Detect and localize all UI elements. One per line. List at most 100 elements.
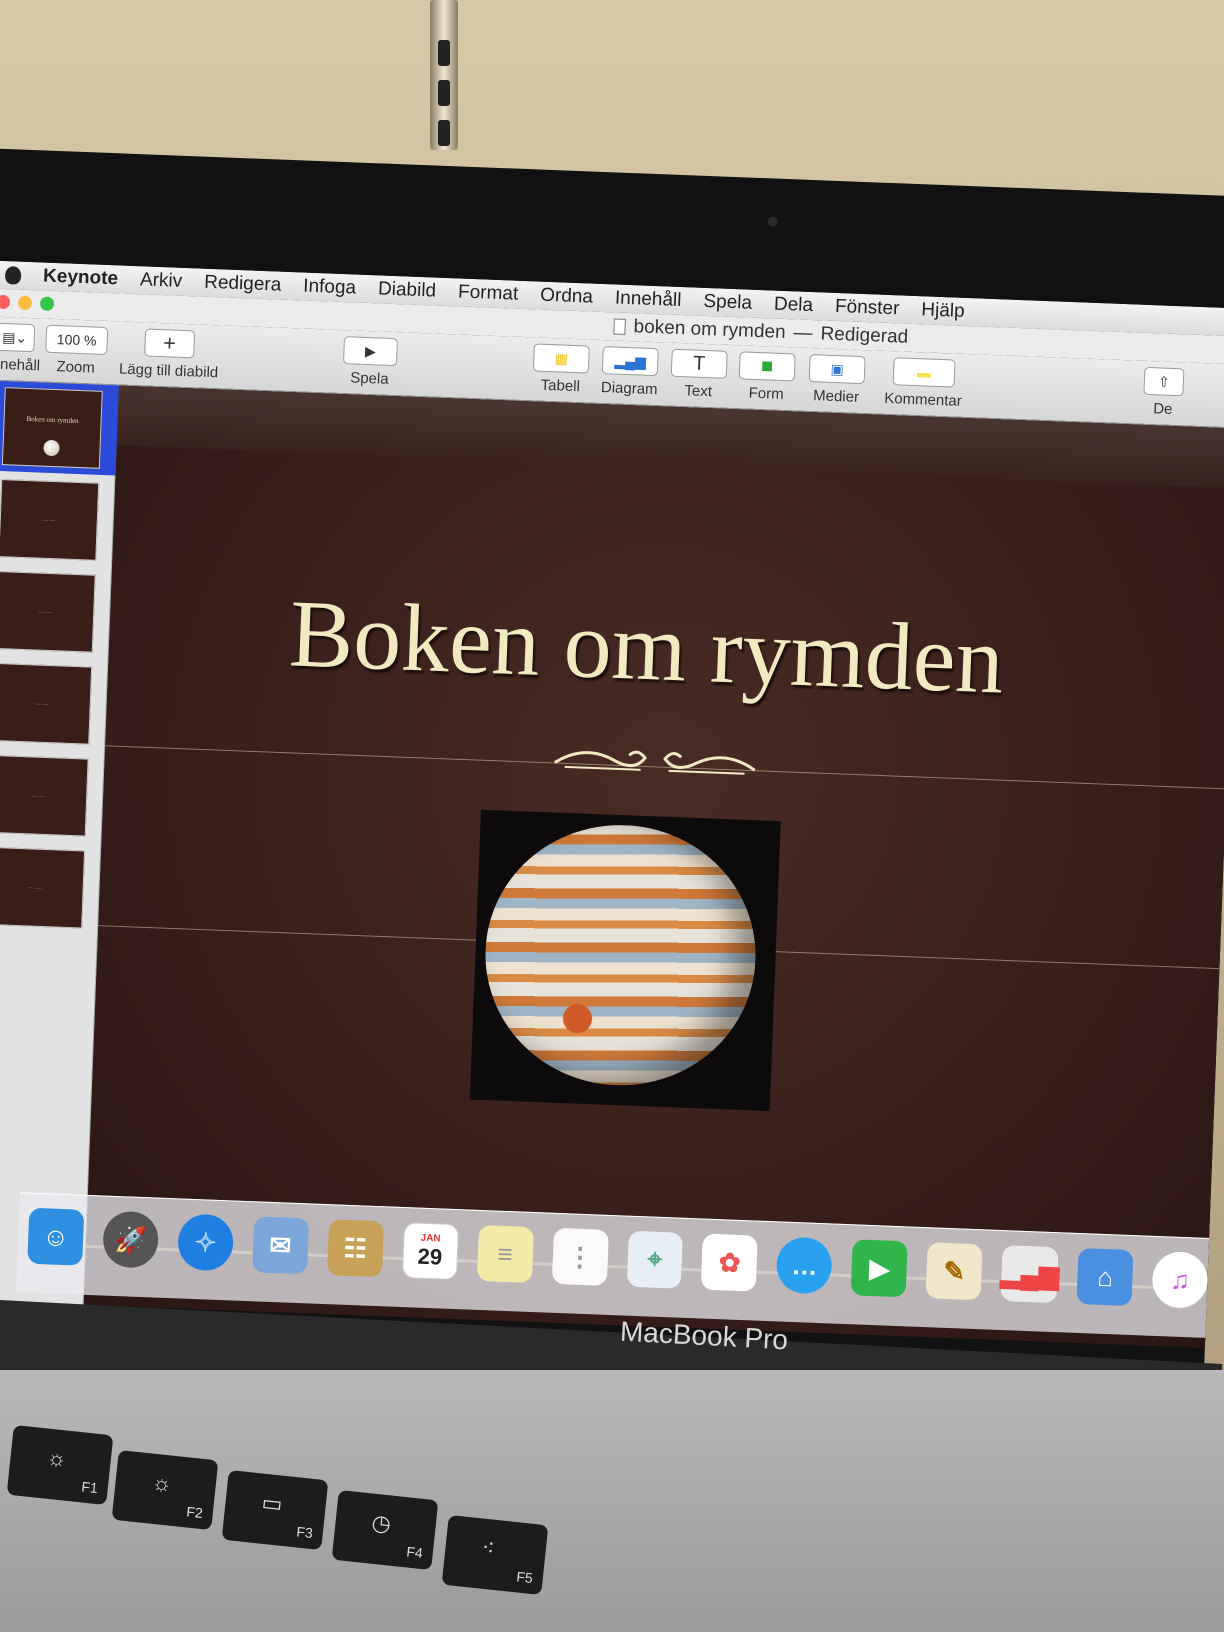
numbers-icon[interactable]: ▂▄▆ [1000, 1245, 1060, 1304]
add-slide-button[interactable]: + Lägg till diabild [115, 327, 223, 381]
share-label: De [1152, 400, 1173, 418]
safari-icon[interactable]: ✧ [176, 1213, 235, 1272]
menu-diabild[interactable]: Diabild [378, 278, 437, 302]
f1-key[interactable]: ☼ F1 [6, 1424, 114, 1506]
contacts-icon[interactable]: ☷ [326, 1219, 384, 1278]
f3-key[interactable]: ▭ F3 [221, 1469, 329, 1551]
apple-icon[interactable] [4, 266, 22, 285]
camera-icon [767, 216, 778, 227]
slide-thumbnail-4[interactable]: — — 4 [0, 656, 108, 751]
finder-icon[interactable]: ☺ [27, 1207, 85, 1266]
media-icon: ▣ [808, 354, 866, 385]
menu-redigera[interactable]: Redigera [204, 272, 282, 297]
window-controls [0, 294, 55, 311]
thumbnail-planet [43, 439, 60, 457]
menu-innehall[interactable]: Innehåll [615, 287, 682, 312]
calendar-day: 29 [417, 1243, 443, 1270]
share-icon: ⇧ [1143, 366, 1185, 397]
document-name: boken om rymden [633, 316, 786, 344]
facetime-icon[interactable]: ▶ [850, 1239, 908, 1298]
slide-preview: — — [0, 662, 93, 745]
plus-icon: + [144, 328, 196, 359]
slide-preview: Boken om rymden [1, 387, 103, 469]
jupiter-image[interactable] [469, 809, 781, 1112]
menu-fonster[interactable]: Fönster [835, 296, 900, 320]
slide-preview: — — [0, 846, 86, 929]
shape-label: Form [748, 384, 784, 404]
maps-icon[interactable]: ⌖ [626, 1230, 684, 1289]
pages-icon[interactable]: ✎ [925, 1242, 983, 1301]
notes-icon[interactable]: ≡ [476, 1224, 534, 1284]
laptop-bezel: Keynote Arkiv Redigera Infoga Diabild Fo… [0, 148, 1224, 1456]
screen: Keynote Arkiv Redigera Infoga Diabild Fo… [0, 260, 1224, 1348]
shelf-bracket [430, 0, 458, 150]
menu-dela[interactable]: Dela [774, 294, 814, 317]
zoom-select[interactable]: 100 % [45, 324, 109, 356]
calendar-month: JAN [420, 1232, 441, 1244]
zoom-label: Zoom [56, 358, 96, 377]
table-icon: ▦ [532, 343, 590, 374]
thumbnail-title: Boken om rymden [26, 414, 79, 425]
comment-button[interactable]: ▬ Kommentar [877, 357, 971, 410]
menu-infoga[interactable]: Infoga [303, 276, 357, 300]
minimize-button[interactable] [17, 295, 33, 311]
slide-thumbnail-3[interactable]: — — 3 [0, 564, 112, 659]
media-label: Medier [812, 387, 860, 406]
comment-label: Kommentar [883, 389, 963, 410]
view-content-button[interactable]: ▤⌄ nnehåll [0, 322, 41, 375]
comment-icon: ▬ [892, 357, 956, 388]
f2-key[interactable]: ☼ F2 [111, 1449, 219, 1531]
f4-key[interactable]: ◷ F4 [331, 1489, 439, 1571]
table-label: Tabell [540, 376, 581, 396]
table-button[interactable]: ▦ Tabell [531, 343, 591, 395]
photos-icon[interactable]: ✿ [701, 1233, 759, 1292]
shape-button[interactable]: ■ Form [737, 351, 797, 403]
slide-thumbnail-6[interactable]: — — 6 [0, 840, 101, 935]
menu-hjalp[interactable]: Hjälp [921, 299, 965, 323]
zoom-button[interactable] [39, 296, 55, 311]
slide-thumbnail-1[interactable]: Boken om rymden 1 [0, 380, 119, 476]
media-button[interactable]: ▣ Medier [805, 354, 869, 406]
messages-icon[interactable]: … [776, 1236, 834, 1295]
zoom-control[interactable]: 100 % Zoom [43, 324, 109, 377]
mail-icon[interactable]: ✉ [251, 1216, 309, 1275]
launchpad-icon[interactable]: 🚀 [102, 1210, 160, 1269]
close-button[interactable] [0, 294, 11, 310]
slide-preview: — — [0, 479, 100, 561]
slide-thumbnail-2[interactable]: — — 2 [0, 473, 115, 568]
menu-spela[interactable]: Spela [703, 291, 752, 315]
keyboard-deck: ☼ F1 ☼ F2 ▭ F3 ◷ F4 ⁖ F5 [0, 1370, 1224, 1632]
slide-thumbnail-5[interactable]: — — 5 [0, 748, 105, 843]
jupiter-planet [480, 820, 761, 1091]
add-slide-label: Lägg till diabild [118, 360, 219, 382]
chart-button[interactable]: ▂▄▆ Diagram [597, 346, 663, 398]
menu-arkiv[interactable]: Arkiv [140, 269, 183, 293]
play-icon: ▶ [342, 336, 399, 367]
text-icon: T [670, 348, 728, 379]
text-button[interactable]: T Text [669, 348, 729, 401]
title-separator: — [793, 322, 813, 345]
sidebar-view-icon: ▤⌄ [0, 322, 36, 353]
keynote-icon[interactable]: ⌂ [1076, 1247, 1134, 1307]
menu-format[interactable]: Format [458, 281, 519, 305]
menu-ordna[interactable]: Ordna [540, 285, 594, 309]
chart-icon: ▂▄▆ [601, 346, 659, 377]
itunes-icon[interactable]: ♫ [1151, 1250, 1209, 1309]
reminders-icon[interactable]: ⋮ [551, 1227, 609, 1286]
ornament-flourish [554, 750, 756, 775]
shape-icon: ■ [738, 351, 796, 382]
play-label: Spela [349, 369, 389, 388]
play-button[interactable]: ▶ Spela [341, 336, 399, 388]
document-status: Redigerad [820, 323, 909, 348]
view-content-label: nnehåll [0, 355, 41, 375]
slide-preview: — — [0, 570, 96, 653]
calendar-icon[interactable]: JAN 29 [401, 1222, 459, 1281]
f5-key[interactable]: ⁖ F5 [441, 1514, 549, 1596]
slide-preview: — — [0, 754, 89, 837]
chart-label: Diagram [600, 379, 658, 399]
slide-title[interactable]: Boken om rymden [287, 577, 1111, 719]
menu-app-keynote[interactable]: Keynote [43, 266, 119, 291]
share-button[interactable]: ⇧ De [1141, 366, 1187, 419]
text-label: Text [684, 382, 713, 401]
document-icon [613, 318, 626, 335]
